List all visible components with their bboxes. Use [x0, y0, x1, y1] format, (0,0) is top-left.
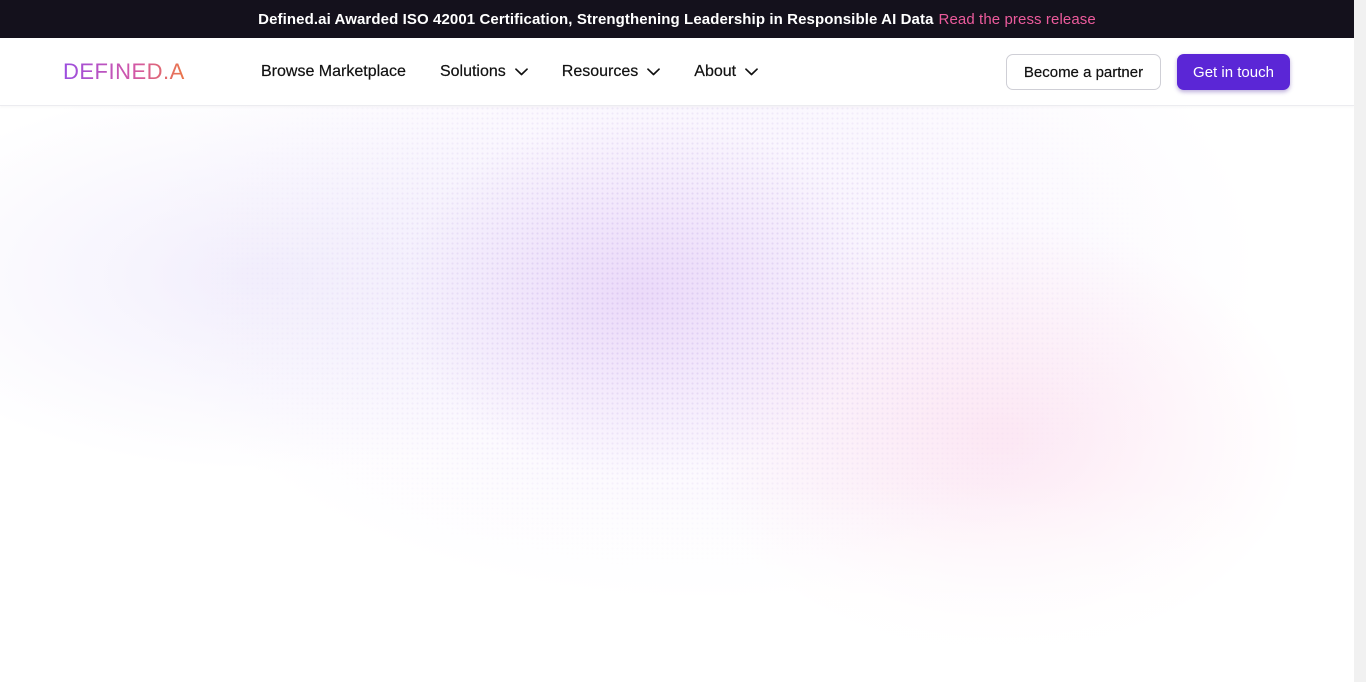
- nav-label: Resources: [561, 63, 639, 80]
- page-scrollbar[interactable]: [1354, 0, 1366, 682]
- chevron-down-icon: [745, 68, 758, 76]
- nav-label: Solutions: [439, 63, 506, 80]
- logo-wordmark: DEFINED.AI: [63, 60, 185, 84]
- press-release-link[interactable]: Read the press release: [939, 11, 1096, 28]
- main-nav: Browse Marketplace Solutions Resources A…: [261, 38, 792, 106]
- hero-background: [0, 106, 1354, 682]
- brand-logo[interactable]: DEFINED.AI: [63, 60, 185, 84]
- nav-resources[interactable]: Resources: [561, 63, 661, 81]
- site-header: DEFINED.AI Browse Marketplace Solutions …: [0, 38, 1354, 106]
- chevron-down-icon: [514, 68, 528, 76]
- logo-text: DEFINED.AI: [63, 60, 185, 84]
- get-in-touch-button[interactable]: Get in touch: [1177, 54, 1290, 90]
- nav-about[interactable]: About: [694, 63, 758, 81]
- nav-label: Browse Marketplace: [261, 63, 406, 80]
- become-partner-button[interactable]: Become a partner: [1006, 54, 1161, 90]
- chevron-down-icon: [647, 68, 661, 76]
- nav-browse-marketplace[interactable]: Browse Marketplace: [261, 63, 406, 81]
- nav-solutions[interactable]: Solutions: [440, 63, 528, 81]
- hero-fade: [0, 482, 1354, 682]
- announcement-bar: Defined.ai Awarded ISO 42001 Certificati…: [0, 0, 1354, 38]
- announcement-text: Defined.ai Awarded ISO 42001 Certificati…: [258, 10, 934, 28]
- nav-label: About: [694, 63, 737, 80]
- page: Defined.ai Awarded ISO 42001 Certificati…: [0, 0, 1354, 682]
